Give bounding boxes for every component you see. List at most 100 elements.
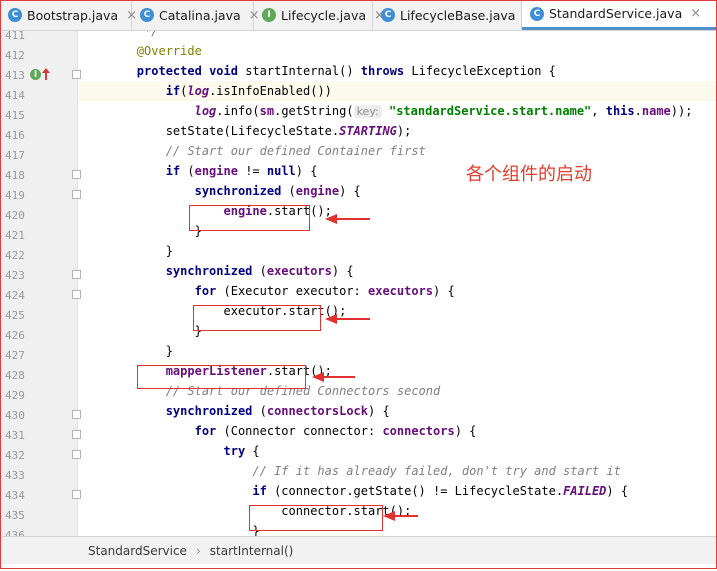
line-number: 421	[5, 229, 25, 242]
code-token: for	[194, 284, 217, 298]
implements-method-icon[interactable]: I	[30, 69, 41, 80]
line-number: 433	[5, 469, 25, 482]
code-line: setState(LifecycleState.STARTING);	[79, 121, 412, 141]
code-token: (	[252, 404, 267, 418]
code-token: sm	[259, 104, 275, 118]
mapper-listener-start-highlight	[137, 365, 306, 389]
annotation-label: 各个组件的启动	[466, 164, 592, 185]
code-token: null	[266, 164, 296, 178]
code-token: {	[245, 444, 260, 458]
class-file-icon: C	[530, 6, 544, 21]
code-token: (connector.getState() != LifecycleState.	[266, 484, 564, 498]
tab-label: LifecycleBase.java	[400, 7, 516, 23]
code-token: */	[79, 31, 159, 38]
code-token: executors	[266, 264, 332, 278]
code-token: ) {	[606, 484, 629, 498]
code-token: protected	[136, 64, 202, 78]
class-file-icon: C	[381, 8, 395, 22]
code-line: log.info(sm.getString(key: "standardServ…	[79, 101, 692, 121]
code-token: ) {	[454, 424, 477, 438]
tab-lifecycle-java[interactable]: I Lifecycle.java ×	[254, 0, 385, 30]
code-token: ));	[670, 104, 693, 118]
code-token: engine	[194, 164, 238, 178]
line-number: 423	[5, 269, 25, 282]
code-token: (	[180, 164, 195, 178]
tab-label: Catalina.java	[159, 7, 241, 23]
code-line: }	[79, 321, 202, 341]
code-token: ) {	[433, 284, 455, 298]
code-token: startInternal()	[237, 64, 361, 78]
code-token: LifecycleException {	[404, 64, 556, 78]
code-token: if	[165, 164, 181, 178]
code-token: ,	[591, 104, 606, 118]
code-line: if (connector.getState() != LifecycleSta…	[79, 481, 628, 501]
code-token: (	[252, 264, 267, 278]
code-token: ) {	[339, 184, 361, 198]
code-line: if(log.isInfoEnabled())	[79, 81, 332, 101]
code-line: @Override	[79, 41, 202, 61]
code-token: @Override	[79, 44, 202, 58]
code-token: if	[165, 84, 181, 98]
line-number: 426	[5, 329, 25, 342]
code-line: }	[79, 241, 173, 261]
parameter-hint: key:	[353, 105, 382, 118]
line-number: 434	[5, 489, 25, 502]
tab-label: Lifecycle.java	[281, 7, 366, 23]
override-arrow-icon[interactable]	[42, 68, 50, 80]
code-line: protected void startInternal() throws Li…	[79, 61, 556, 81]
close-tab-icon[interactable]: ×	[690, 6, 701, 21]
tab-catalina-java[interactable]: C Catalina.java ×	[132, 0, 260, 30]
breadcrumb-method[interactable]: startInternal()	[210, 544, 294, 558]
code-token: (	[281, 184, 296, 198]
line-number: 422	[5, 249, 25, 262]
code-token: log	[194, 104, 217, 118]
code-token: FAILED	[563, 484, 607, 498]
code-token: .info(	[216, 104, 260, 118]
code-token: try	[223, 444, 246, 458]
code-token: name	[641, 104, 671, 118]
code-line: }	[79, 521, 260, 536]
code-token: setState(LifecycleState.	[79, 124, 340, 138]
code-line: }	[79, 221, 202, 241]
code-line: for (Executor executor: executors) {	[79, 281, 455, 301]
code-line: */	[79, 31, 158, 41]
code-line: // If it has already failed, don't try a…	[79, 461, 620, 481]
code-line: }	[79, 341, 173, 361]
line-number: 428	[5, 369, 25, 382]
breadcrumb-separator: ›	[195, 543, 201, 558]
code-token: }	[79, 244, 173, 258]
breadcrumb-class[interactable]: StandardService	[88, 544, 187, 558]
code-token: }	[79, 324, 202, 338]
line-number: 416	[5, 129, 25, 142]
engine-start-highlight	[189, 205, 310, 231]
code-token: void	[209, 64, 238, 78]
class-file-icon: C	[140, 8, 154, 22]
code-token: engine	[295, 184, 340, 198]
tab-standardservice-java[interactable]: C StandardService.java ×	[522, 0, 717, 30]
tab-lifecyclebase-java[interactable]: CLifecycleBase.java×	[373, 0, 534, 30]
code-token: executors	[368, 284, 434, 298]
line-number: 420	[5, 209, 25, 222]
code-token: }	[79, 524, 260, 536]
code-token: STARTING	[339, 124, 397, 138]
code-token: synchronized	[165, 404, 253, 418]
executor-start-highlight	[193, 305, 321, 331]
code-line: for (Connector connector: connectors) {	[79, 421, 477, 441]
code-token: synchronized	[194, 184, 282, 198]
code-token: .getString(	[274, 104, 354, 118]
line-number: 424	[5, 289, 25, 302]
class-file-icon: C	[8, 8, 22, 22]
tab-label: Bootstrap.java	[27, 7, 119, 23]
code-token: for	[194, 424, 217, 438]
code-editor[interactable]: */ @Override protected void startInterna…	[79, 31, 717, 536]
